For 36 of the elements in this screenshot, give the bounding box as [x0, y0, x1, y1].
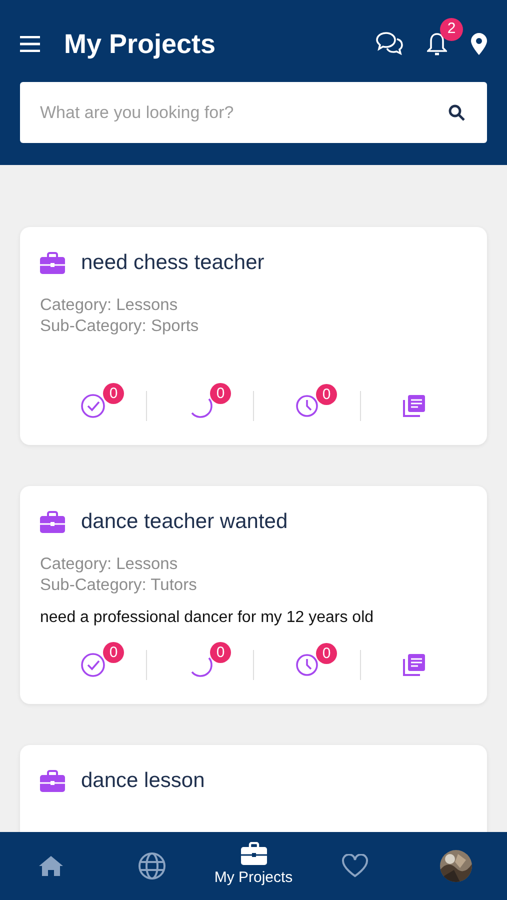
clock-icon[interactable] [295, 653, 319, 678]
count-badge: 0 [210, 383, 231, 404]
globe-icon [138, 852, 166, 880]
chat-icon[interactable] [376, 31, 403, 58]
heart-icon [342, 854, 368, 878]
count-badge: 0 [316, 643, 337, 664]
tab-item[interactable]: My Projects [202, 842, 304, 890]
briefcase-icon [240, 842, 267, 866]
search-icon[interactable] [448, 104, 465, 122]
notification-count: 2 [440, 18, 463, 41]
briefcase-icon [40, 770, 65, 792]
home-icon [38, 855, 63, 877]
documents-icon[interactable] [402, 394, 426, 418]
count-badge: 0 [316, 384, 337, 406]
check-circle-icon[interactable] [80, 393, 106, 420]
project-title: dance teacher wanted [81, 509, 288, 536]
project-description: need a professional dancer for my 12 years old [40, 608, 375, 628]
category-text: Category: Lessons [40, 554, 179, 575]
project-title: dance lesson [81, 768, 205, 794]
check-circle-icon[interactable] [80, 652, 106, 678]
category-text: Category: Lessons [40, 294, 179, 316]
project-title: need chess teacher [81, 250, 264, 276]
subcategory-text: Sub-Category: Sports [40, 316, 200, 337]
menu-button[interactable] [20, 36, 40, 52]
briefcase-icon [40, 511, 65, 534]
page-title: My Projects [64, 28, 216, 60]
search-field[interactable]: What are you looking for? [20, 82, 487, 144]
count-badge: 0 [103, 383, 124, 404]
count-badge: 0 [103, 642, 124, 664]
briefcase-icon [40, 252, 65, 274]
notification-bell-icon[interactable] [427, 32, 447, 57]
clock-icon[interactable] [295, 394, 319, 418]
location-pin-icon[interactable] [471, 33, 487, 56]
count-badge: 0 [210, 642, 231, 664]
subcategory-text: Sub-Category: Tutors [40, 574, 198, 596]
documents-icon[interactable] [402, 653, 426, 678]
